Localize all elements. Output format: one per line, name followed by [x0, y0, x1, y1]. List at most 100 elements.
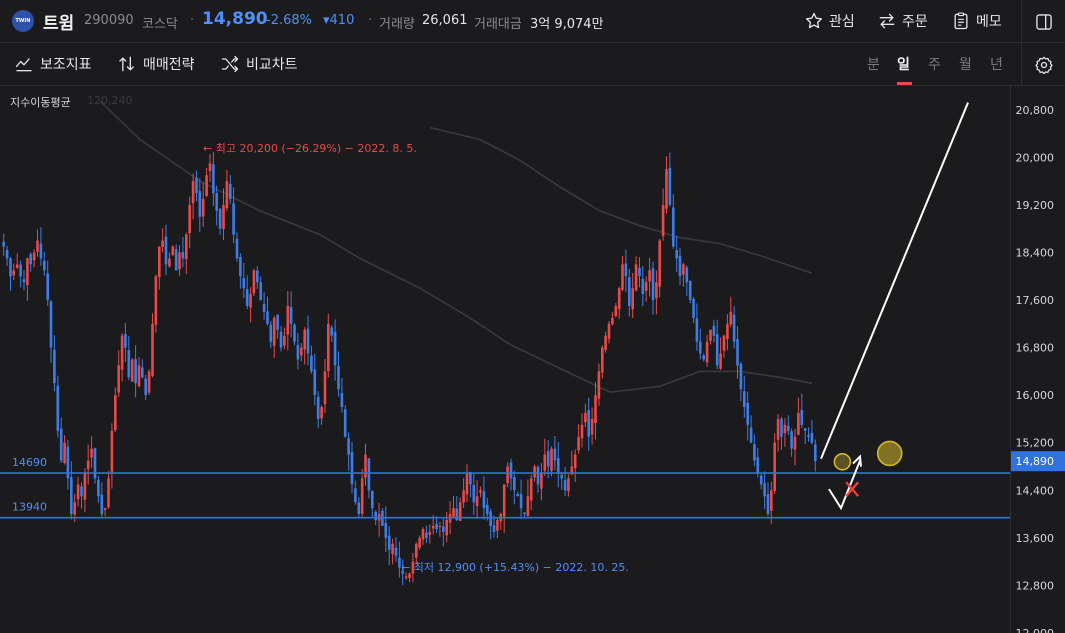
support-line-label: 14690: [12, 456, 47, 469]
candle-body: [168, 258, 171, 267]
candle-body: [641, 279, 645, 295]
candle-body: [364, 454, 367, 478]
stock-logo: TWIN: [12, 10, 34, 32]
candle-body: [296, 344, 300, 360]
candle-body: [722, 335, 726, 351]
period-year[interactable]: 년: [990, 54, 1003, 74]
watch-label: 관심: [829, 14, 855, 30]
y-tick-label: 14,400: [1016, 484, 1055, 497]
candle-body: [56, 385, 60, 431]
candle-body: [560, 474, 563, 479]
candle-body: [15, 264, 19, 268]
candle-body: [519, 494, 523, 509]
candle-body: [594, 395, 597, 424]
period-day[interactable]: 일: [897, 54, 910, 74]
candle-body: [655, 282, 658, 298]
top-bar: TWIN 트윔 290090 코스닥 · 14,890 -2.68% ▾410 …: [0, 0, 1065, 43]
sort-arrows-icon: [119, 56, 134, 72]
candle-body: [367, 458, 371, 491]
candle-body: [300, 347, 303, 356]
candle-body: [797, 413, 800, 435]
support-line-label: 13940: [12, 501, 47, 514]
candle-body: [719, 353, 722, 369]
candle-body: [232, 203, 235, 235]
price-axis: 20,800 20,000 19,200 18,400 17,600 16,800 16,0…: [1010, 86, 1054, 633]
candle-body: [76, 484, 80, 500]
candle-body: [590, 419, 594, 435]
order-button[interactable]: 주문: [877, 9, 928, 33]
period-minute[interactable]: 분: [867, 54, 880, 74]
candle-body: [360, 478, 364, 514]
candle-body: [563, 480, 567, 491]
strategy-button[interactable]: 매매전략: [117, 54, 195, 74]
candle-body: [97, 479, 100, 497]
candle-body: [611, 317, 614, 324]
indicator-button[interactable]: 보조지표: [14, 54, 92, 74]
order-label: 주문: [902, 14, 928, 30]
candle-body: [648, 270, 651, 282]
candle-body: [665, 169, 668, 209]
candle-body: [567, 478, 570, 492]
period-week[interactable]: 주: [928, 54, 941, 74]
candle-body: [587, 410, 590, 437]
candle-body: [672, 207, 675, 247]
candle-body: [695, 318, 699, 342]
candle-body: [283, 335, 286, 346]
candle-body: [776, 419, 780, 440]
candle-body: [154, 276, 158, 325]
watch-button[interactable]: 관심: [804, 9, 855, 33]
candle-body: [732, 314, 736, 342]
candle-body: [158, 246, 161, 277]
candle-body: [739, 363, 743, 390]
candle-body: [479, 490, 482, 493]
candle-body: [36, 240, 39, 252]
current-price: 14,890: [202, 9, 268, 29]
candle-body: [337, 365, 340, 390]
candle-body: [678, 255, 682, 277]
memo-button[interactable]: 메모: [951, 9, 1002, 33]
candle-body: [181, 252, 185, 259]
candle-body: [526, 496, 530, 516]
candle-body: [320, 407, 323, 419]
volume-label: 거래량: [379, 17, 415, 32]
y-tick-label: 20,000: [1016, 151, 1055, 164]
candle-body: [350, 451, 354, 485]
candle-body: [543, 454, 547, 471]
candle-body: [256, 270, 259, 283]
candle-body: [425, 532, 428, 538]
candle-body: [188, 204, 191, 234]
candle-body: [688, 280, 692, 300]
compare-label: 비교차트: [246, 57, 298, 73]
compare-button[interactable]: 비교차트: [220, 54, 298, 74]
indicator-name: 지수이동평균: [10, 96, 71, 109]
drawing-annotations[interactable]: [820, 102, 969, 511]
candle-body: [53, 349, 56, 384]
candle-body: [191, 181, 195, 204]
candle-body: [790, 431, 793, 449]
price-chart[interactable]: 20,800 20,000 19,200 18,400 17,600 16,800 16,0…: [0, 86, 1065, 633]
candle-body: [333, 331, 337, 366]
candle-body: [580, 424, 584, 439]
candle-body: [496, 520, 499, 531]
candle-body: [103, 508, 107, 510]
candle-body: [316, 396, 320, 419]
candle-body: [39, 243, 43, 259]
chart-area[interactable]: 20,800 20,000 19,200 18,400 17,600 16,800 16,0…: [0, 86, 1065, 633]
candle-body: [557, 458, 560, 473]
candle-body: [577, 436, 580, 451]
candle-body: [438, 526, 442, 527]
candle-body: [482, 491, 486, 509]
y-tick-label: 17,600: [1016, 294, 1055, 307]
candle-body: [306, 328, 310, 354]
period-month[interactable]: 월: [959, 54, 972, 74]
candle-body: [222, 204, 225, 229]
swap-icon: [879, 13, 895, 29]
settings-button[interactable]: [1021, 43, 1065, 86]
candle-body: [584, 413, 587, 423]
candle-body: [43, 260, 46, 271]
candle-body: [766, 494, 770, 514]
axis-divider: [1010, 86, 1011, 633]
candle-body: [793, 436, 797, 450]
candle-body: [743, 391, 746, 407]
panel-toggle-button[interactable]: [1021, 0, 1065, 43]
